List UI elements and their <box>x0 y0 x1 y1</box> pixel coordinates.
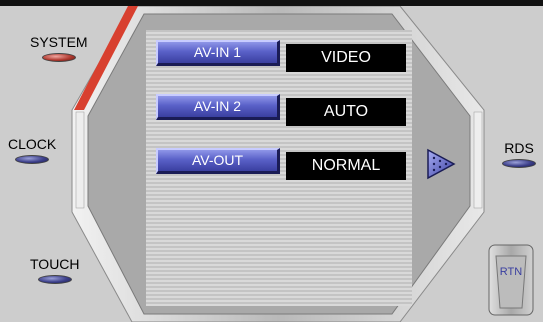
rds-label: RDS <box>504 140 534 156</box>
rds-indicator-icon <box>502 159 536 168</box>
settings-row-av-out: AV-OUT NORMAL <box>156 148 406 180</box>
av-settings-screen: SYSTEM CLOCK TOUCH RDS AV-IN 1 VIDEO AV-… <box>0 0 543 322</box>
system-button[interactable]: SYSTEM <box>30 34 88 62</box>
touch-indicator-icon <box>37 275 72 284</box>
av-out-button[interactable]: AV-OUT <box>156 148 280 174</box>
system-label: SYSTEM <box>30 34 88 50</box>
av-in-1-value[interactable]: VIDEO <box>286 44 406 72</box>
rtn-button-shape <box>488 244 534 316</box>
touch-label: TOUCH <box>30 256 80 272</box>
av-in-2-button[interactable]: AV-IN 2 <box>156 94 280 120</box>
settings-row-av-in-1: AV-IN 1 VIDEO <box>156 40 406 72</box>
play-triangle-icon[interactable] <box>426 148 456 180</box>
touch-button[interactable]: TOUCH <box>30 256 80 284</box>
av-out-value[interactable]: NORMAL <box>286 152 406 180</box>
system-indicator-icon <box>41 53 76 62</box>
clock-button[interactable]: CLOCK <box>8 136 56 164</box>
clock-label: CLOCK <box>8 136 57 152</box>
top-bar <box>0 0 543 6</box>
rds-button[interactable]: RDS <box>502 140 536 168</box>
settings-row-av-in-2: AV-IN 2 AUTO <box>156 94 406 126</box>
clock-indicator-icon <box>15 155 50 164</box>
rtn-button[interactable]: RTN <box>488 244 534 316</box>
av-in-2-value[interactable]: AUTO <box>286 98 406 126</box>
av-in-1-button[interactable]: AV-IN 1 <box>156 40 280 66</box>
rtn-label: RTN <box>499 266 523 278</box>
